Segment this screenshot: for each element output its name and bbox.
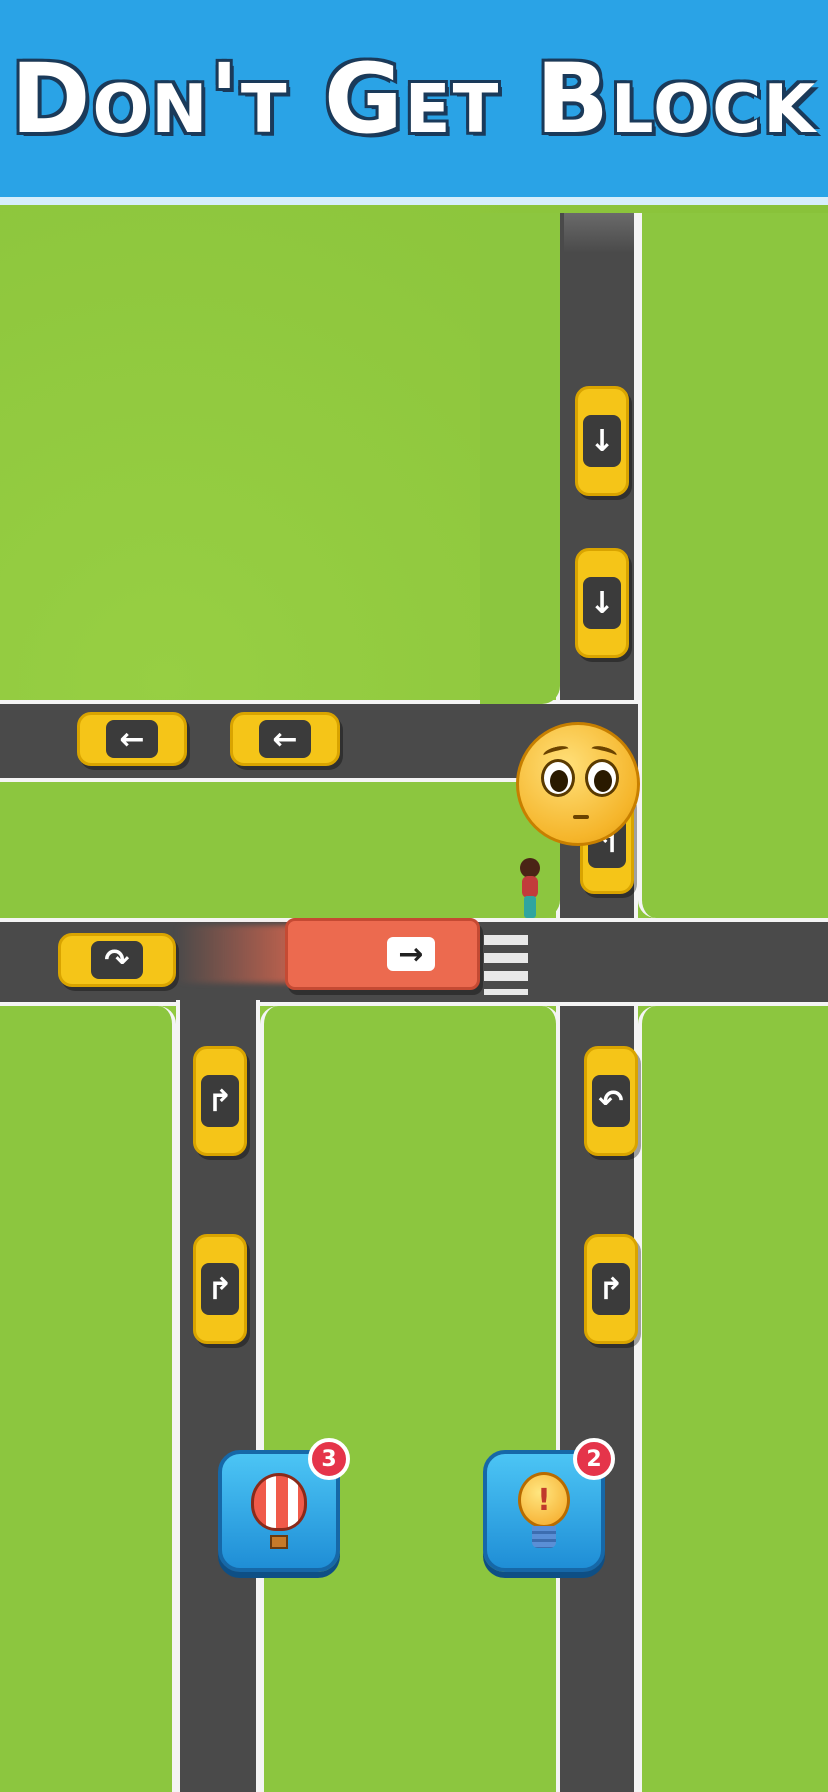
turn-right-arrow-icon: ↱ [201, 1263, 239, 1315]
turn-right-arrow-icon: ↱ [592, 1263, 630, 1315]
taxi-car[interactable]: ↶ [584, 1046, 638, 1156]
crosswalk [484, 935, 528, 995]
red-bus[interactable]: → [285, 918, 480, 990]
taxi-car[interactable]: ↱ [584, 1234, 638, 1344]
lightbulb-hint-icon: ! [518, 1472, 570, 1550]
taxi-car[interactable]: ↓ [575, 386, 629, 496]
arrow-down-icon: ↓ [583, 577, 621, 629]
balloon-count-badge: 3 [308, 1438, 350, 1480]
taxi-car[interactable]: ← [230, 712, 340, 766]
taxi-car[interactable]: ↓ [575, 548, 629, 658]
taxi-car[interactable]: ↷ [58, 933, 176, 987]
taxi-car[interactable]: ↱ [193, 1046, 247, 1156]
taxi-car[interactable]: ↱ [193, 1234, 247, 1344]
arrow-down-icon: ↓ [583, 415, 621, 467]
hint-count-badge: 2 [573, 1438, 615, 1480]
balloon-powerup-button[interactable]: 3 [218, 1438, 350, 1572]
hot-air-balloon-icon [251, 1473, 307, 1549]
turn-right-arrow-icon: ↷ [91, 941, 143, 979]
title-banner: Don't Get Block [0, 0, 828, 205]
turn-right-arrow-icon: ↱ [201, 1075, 239, 1127]
motion-blur [175, 925, 290, 983]
pedestrian [518, 858, 540, 918]
hint-powerup-button[interactable]: ! 2 [483, 1438, 615, 1572]
pleading-face-icon [516, 722, 640, 846]
arrow-right-icon: → [387, 937, 435, 972]
u-turn-arrow-icon: ↶ [592, 1075, 630, 1127]
banner-title: Don't Get Block [10, 42, 818, 155]
arrow-left-icon: ← [259, 720, 311, 758]
arrow-left-icon: ← [106, 720, 158, 758]
taxi-car[interactable]: ← [77, 712, 187, 766]
